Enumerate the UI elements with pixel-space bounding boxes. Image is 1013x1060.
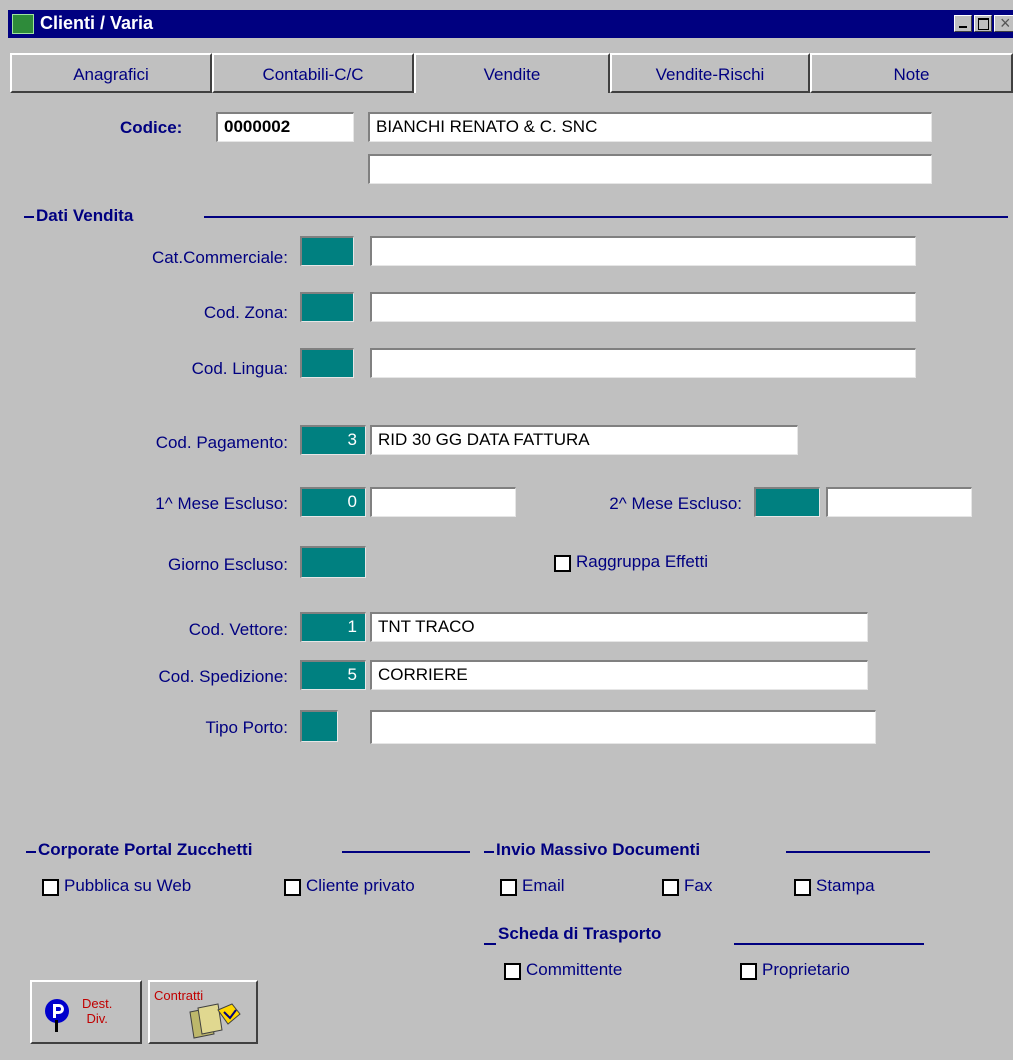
codice-label: Codice: bbox=[120, 118, 183, 137]
section-title-corporate-portal: Corporate Portal Zucchetti bbox=[38, 840, 253, 859]
mese-escluso-2-label: 2^ Mese Escluso: bbox=[609, 494, 742, 513]
cat-commerciale-desc-field[interactable] bbox=[370, 236, 916, 266]
mese-escluso-2-code-field[interactable] bbox=[754, 487, 820, 517]
dest-div-button[interactable]: Dest. Div. bbox=[30, 980, 142, 1044]
fax-checkbox[interactable] bbox=[662, 879, 679, 896]
tab-contabili-cc[interactable]: Contabili-C/C bbox=[212, 53, 414, 93]
cod-pagamento-label: Cod. Pagamento: bbox=[155, 433, 288, 452]
cliente-privato-label: Cliente privato bbox=[306, 876, 415, 895]
section-divider bbox=[734, 943, 924, 945]
section-divider bbox=[484, 851, 494, 853]
fax-label: Fax bbox=[684, 876, 713, 895]
section-title-invio-massivo: Invio Massivo Documenti bbox=[496, 840, 701, 859]
raggruppa-effetti-checkbox[interactable] bbox=[554, 555, 571, 572]
cod-pagamento-code-field[interactable]: 3 bbox=[300, 425, 366, 455]
giorno-escluso-code-field[interactable] bbox=[300, 546, 366, 578]
stampa-label: Stampa bbox=[816, 876, 875, 895]
mese-escluso-2-desc-field[interactable] bbox=[826, 487, 972, 517]
tipo-porto-label: Tipo Porto: bbox=[205, 718, 288, 737]
maximize-button[interactable] bbox=[974, 15, 992, 32]
cod-lingua-label: Cod. Lingua: bbox=[191, 359, 288, 378]
cat-commerciale-label: Cat.Commerciale: bbox=[151, 248, 288, 267]
section-divider bbox=[786, 851, 930, 853]
tab-vendite-rischi[interactable]: Vendite-Rischi bbox=[610, 53, 810, 93]
title-bar: Clienti / Varia bbox=[8, 10, 1013, 38]
cod-vettore-label: Cod. Vettore: bbox=[188, 620, 288, 639]
cod-spedizione-code-field[interactable]: 5 bbox=[300, 660, 366, 690]
pubblica-web-label: Pubblica su Web bbox=[64, 876, 192, 895]
email-label: Email bbox=[522, 876, 565, 895]
raggruppa-effetti-label: Raggruppa Effetti bbox=[576, 552, 708, 571]
cod-spedizione-desc-field[interactable]: CORRIERE bbox=[370, 660, 868, 690]
cod-pagamento-desc-field[interactable]: RID 30 GG DATA FATTURA bbox=[370, 425, 798, 455]
dest-div-label: Dest. Div. bbox=[82, 996, 112, 1026]
mese-escluso-1-code-field[interactable]: 0 bbox=[300, 487, 366, 517]
contratti-button[interactable]: Contratti bbox=[148, 980, 258, 1044]
email-checkbox[interactable] bbox=[500, 879, 517, 896]
cod-spedizione-label: Cod. Spedizione: bbox=[158, 667, 288, 686]
section-divider bbox=[204, 216, 1008, 218]
app-window-icon bbox=[12, 14, 34, 34]
dest-div-label-line2: Div. bbox=[86, 1011, 108, 1026]
cod-lingua-code-field[interactable] bbox=[300, 348, 354, 378]
proprietario-label: Proprietario bbox=[762, 960, 850, 979]
section-title-dati-vendita: Dati Vendita bbox=[36, 206, 134, 225]
ragione-sociale-2-field[interactable] bbox=[368, 154, 932, 184]
section-divider bbox=[26, 851, 36, 853]
cliente-privato-checkbox[interactable] bbox=[284, 879, 301, 896]
giorno-escluso-label: Giorno Escluso: bbox=[168, 555, 288, 574]
dest-div-label-line1: Dest. bbox=[82, 996, 113, 1011]
committente-checkbox[interactable] bbox=[504, 963, 521, 980]
section-title-scheda-trasporto: Scheda di Trasporto bbox=[498, 924, 662, 943]
tipo-porto-code-field[interactable] bbox=[300, 710, 338, 742]
codice-field[interactable]: 0000002 bbox=[216, 112, 354, 142]
section-divider bbox=[342, 851, 470, 853]
cod-zona-code-field[interactable] bbox=[300, 292, 354, 322]
committente-label: Committente bbox=[526, 960, 623, 979]
mese-escluso-1-desc-field[interactable] bbox=[370, 487, 516, 517]
cod-vettore-desc-field[interactable]: TNT TRACO bbox=[370, 612, 868, 642]
section-divider bbox=[24, 216, 34, 218]
tab-vendite[interactable]: Vendite bbox=[414, 53, 610, 93]
section-divider bbox=[484, 943, 496, 945]
cod-zona-desc-field[interactable] bbox=[370, 292, 916, 322]
stampa-checkbox[interactable] bbox=[794, 879, 811, 896]
cat-commerciale-code-field[interactable] bbox=[300, 236, 354, 266]
tipo-porto-desc-field[interactable] bbox=[370, 710, 876, 744]
proprietario-checkbox[interactable] bbox=[740, 963, 757, 980]
ragione-sociale-field[interactable]: BIANCHI RENATO & C. SNC bbox=[368, 112, 932, 142]
mese-escluso-1-label: 1^ Mese Escluso: bbox=[155, 494, 288, 513]
pubblica-web-checkbox[interactable] bbox=[42, 879, 59, 896]
tab-anagrafici[interactable]: Anagrafici bbox=[10, 53, 212, 93]
tab-note[interactable]: Note bbox=[810, 53, 1013, 93]
cod-lingua-desc-field[interactable] bbox=[370, 348, 916, 378]
cod-vettore-code-field[interactable]: 1 bbox=[300, 612, 366, 642]
contracts-icon bbox=[189, 1003, 241, 1039]
window-title: Clienti / Varia bbox=[40, 13, 154, 33]
pin-icon bbox=[45, 999, 69, 1032]
minimize-button[interactable] bbox=[954, 15, 972, 32]
cod-zona-label: Cod. Zona: bbox=[203, 303, 288, 322]
close-button[interactable] bbox=[994, 13, 1013, 34]
